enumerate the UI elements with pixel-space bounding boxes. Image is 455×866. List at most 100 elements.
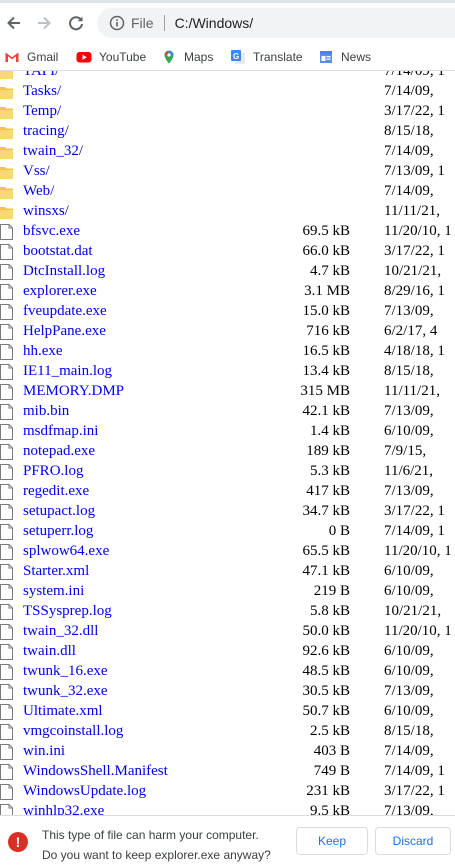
date-modified: 11/6/21, — [384, 463, 434, 479]
bookmark-maps[interactable]: Maps — [161, 48, 213, 66]
file-link[interactable]: twunk_32.exe — [23, 683, 108, 700]
file-size: 13.4 kB — [302, 363, 350, 379]
bookmark-news[interactable]: News — [318, 48, 371, 66]
file-size: 0 B — [328, 523, 350, 539]
folder-link[interactable]: Vss/ — [23, 163, 50, 180]
file-icon — [0, 424, 13, 440]
file-icon — [0, 484, 13, 500]
file-link[interactable]: system.ini — [23, 583, 84, 600]
file-link[interactable]: bootstat.dat — [23, 243, 93, 260]
date-modified: 10/21/21, — [384, 263, 442, 279]
folder-link[interactable]: Web/ — [23, 183, 54, 200]
bookmarks-bar: Gmail YouTube Maps G Translate News — [0, 44, 455, 71]
file-link[interactable]: hh.exe — [23, 343, 63, 360]
file-link[interactable]: twain.dll — [23, 643, 76, 660]
file-icon — [0, 564, 13, 580]
file-link[interactable]: explorer.exe — [23, 283, 97, 300]
browser-toolbar: File C:/Windows/ — [0, 0, 455, 44]
file-link[interactable]: splwow64.exe — [23, 543, 109, 560]
site-info-icon[interactable] — [109, 15, 125, 31]
folder-link[interactable]: twain_32/ — [23, 143, 83, 160]
url-scheme: File — [131, 15, 154, 31]
url-separator — [163, 15, 165, 31]
file-link[interactable]: WindowsShell.Manifest — [23, 763, 168, 780]
date-modified: 7/14/09, — [384, 743, 434, 759]
bookmark-translate[interactable]: G Translate — [230, 48, 303, 66]
download-bar: ! This type of file can harm your comput… — [0, 815, 455, 866]
file-row: regedit.exe 417 kB 7/13/09, — [0, 482, 455, 502]
forward-button[interactable] — [30, 9, 58, 37]
file-row: setupact.log 34.7 kB 3/17/22, 1 — [0, 502, 455, 522]
file-icon — [0, 524, 13, 540]
gmail-icon — [4, 49, 20, 65]
file-link[interactable]: setupact.log — [23, 503, 95, 520]
file-size: 417 kB — [306, 483, 350, 499]
url-path[interactable]: C:/Windows/ — [175, 15, 254, 31]
file-size: 69.5 kB — [302, 223, 350, 239]
file-row: winhlp32.exe 9.5 kB 7/13/09, — [0, 802, 455, 815]
file-row: DtcInstall.log 4.7 kB 10/21/21, — [0, 262, 455, 282]
date-modified: 11/11/21, — [384, 383, 440, 399]
discard-button[interactable]: Discard — [375, 827, 451, 855]
bookmark-youtube[interactable]: YouTube — [76, 48, 146, 66]
date-modified: 7/13/09, — [384, 403, 434, 419]
file-link[interactable]: Starter.xml — [23, 563, 89, 580]
file-link[interactable]: vmgcoinstall.log — [23, 723, 123, 740]
bookmark-gmail[interactable]: Gmail — [4, 48, 58, 66]
file-link[interactable]: twain_32.dll — [23, 623, 98, 640]
file-icon — [0, 744, 13, 760]
address-bar[interactable]: File C:/Windows/ — [97, 8, 455, 38]
listing-rows: TAPI/7/14/09, 1 Tasks/7/14/09, Temp/3/17/2… — [0, 71, 455, 815]
file-size: 189 kB — [306, 443, 350, 459]
date-modified: 8/29/16, 1 — [384, 283, 445, 299]
folder-row: winsxs/11/11/21, — [0, 202, 455, 222]
folder-row: Tasks/7/14/09, — [0, 82, 455, 102]
file-link[interactable]: winhlp32.exe — [23, 803, 104, 815]
file-link[interactable]: regedit.exe — [23, 483, 89, 500]
file-link[interactable]: win.ini — [23, 743, 65, 760]
file-row: hh.exe 16.5 kB 4/18/18, 1 — [0, 342, 455, 362]
bookmark-label: YouTube — [99, 50, 147, 64]
file-icon — [0, 684, 13, 700]
file-size: 231 kB — [306, 783, 350, 799]
file-size: 716 kB — [306, 323, 350, 339]
file-link[interactable]: bfsvc.exe — [23, 223, 80, 240]
folder-link[interactable]: TAPI/ — [23, 71, 59, 80]
file-link[interactable]: fveupdate.exe — [23, 303, 107, 320]
back-button[interactable] — [0, 9, 28, 37]
file-link[interactable]: WindowsUpdate.log — [23, 783, 146, 800]
file-link[interactable]: Ultimate.xml — [23, 703, 103, 720]
file-link[interactable]: setuperr.log — [23, 523, 93, 540]
file-size: 1.4 kB — [309, 423, 350, 439]
file-link[interactable]: TSSysprep.log — [23, 603, 112, 620]
file-size: 50.7 kB — [302, 703, 350, 719]
file-row: fveupdate.exe 15.0 kB 7/13/09, — [0, 302, 455, 322]
file-icon — [0, 804, 13, 815]
file-link[interactable]: HelpPane.exe — [23, 323, 106, 340]
file-link[interactable]: msdfmap.ini — [23, 423, 98, 440]
file-link[interactable]: twunk_16.exe — [23, 663, 108, 680]
file-link[interactable]: MEMORY.DMP — [23, 383, 124, 400]
file-row: vmgcoinstall.log 2.5 kB 8/15/18, — [0, 722, 455, 742]
folder-icon — [0, 84, 13, 100]
file-link[interactable]: PFRO.log — [23, 463, 83, 480]
file-link[interactable]: DtcInstall.log — [23, 263, 105, 280]
folder-link[interactable]: winsxs/ — [23, 203, 69, 220]
file-size: 65.5 kB — [302, 543, 350, 559]
file-row: win.ini 403 B 7/14/09, — [0, 742, 455, 762]
folder-link[interactable]: Tasks/ — [23, 83, 61, 100]
file-link[interactable]: IE11_main.log — [23, 363, 112, 380]
file-icon — [0, 324, 13, 340]
file-icon — [0, 784, 13, 800]
folder-link[interactable]: Temp/ — [23, 103, 61, 120]
file-link[interactable]: notepad.exe — [23, 443, 95, 460]
folder-link[interactable]: tracing/ — [23, 123, 69, 140]
file-size: 92.6 kB — [302, 643, 350, 659]
date-modified: 7/13/09, — [384, 483, 434, 499]
file-row: WindowsShell.Manifest 749 B 7/14/09, 1 — [0, 762, 455, 782]
reload-button[interactable] — [62, 9, 90, 37]
file-link[interactable]: mib.bin — [23, 403, 69, 420]
keep-button[interactable]: Keep — [296, 827, 368, 855]
translate-icon: G — [230, 49, 246, 65]
date-modified: 7/9/15, — [384, 443, 427, 459]
